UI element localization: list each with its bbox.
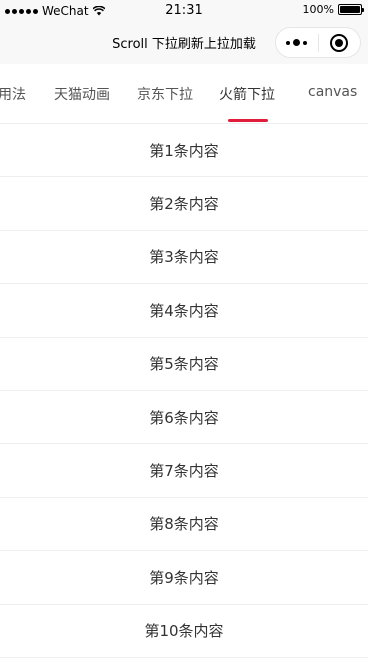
close-button[interactable] <box>319 33 361 52</box>
battery-icon <box>338 4 364 15</box>
list-item: 第8条内容 <box>0 498 368 552</box>
status-bar: WeChat 21:31 100% <box>0 0 368 22</box>
list-item: 第2条内容 <box>0 177 368 231</box>
list-item: 第4条内容 <box>0 284 368 338</box>
tab-usage[interactable]: 用法 <box>0 84 26 104</box>
mini-program-capsule <box>275 27 361 58</box>
list-item: 第9条内容 <box>0 551 368 605</box>
list-item: 第6条内容 <box>0 391 368 445</box>
tab-bar: 用法 天猫动画 京东下拉 火箭下拉 canvas <box>0 64 368 124</box>
close-target-icon <box>330 33 349 52</box>
list-item: 第5条内容 <box>0 338 368 391</box>
tab-jd-pulldown[interactable]: 京东下拉 <box>137 84 193 104</box>
list-item: 第1条内容 <box>0 124 368 178</box>
more-button[interactable] <box>276 39 318 46</box>
tab-active-indicator <box>228 119 268 122</box>
more-dot-icon <box>286 40 291 45</box>
tab-tmall-animation[interactable]: 天猫动画 <box>54 84 110 104</box>
more-dot-icon <box>303 40 308 45</box>
more-dot-icon <box>293 39 301 46</box>
battery-percent: 100% <box>302 3 334 16</box>
battery-fill <box>340 6 360 13</box>
tab-canvas[interactable]: canvas <box>308 84 357 100</box>
content-list[interactable]: 第1条内容 第2条内容 第3条内容 第4条内容 第5条内容 第6条内容 第7条内… <box>0 124 368 658</box>
list-item: 第7条内容 <box>0 444 368 498</box>
nav-bar: Scroll 下拉刷新上拉加载 <box>0 22 368 64</box>
list-item: 第10条内容 <box>0 605 368 658</box>
list-item: 第3条内容 <box>0 231 368 285</box>
status-right: 100% <box>302 3 364 16</box>
tab-rocket-pulldown[interactable]: 火箭下拉 <box>219 84 275 104</box>
